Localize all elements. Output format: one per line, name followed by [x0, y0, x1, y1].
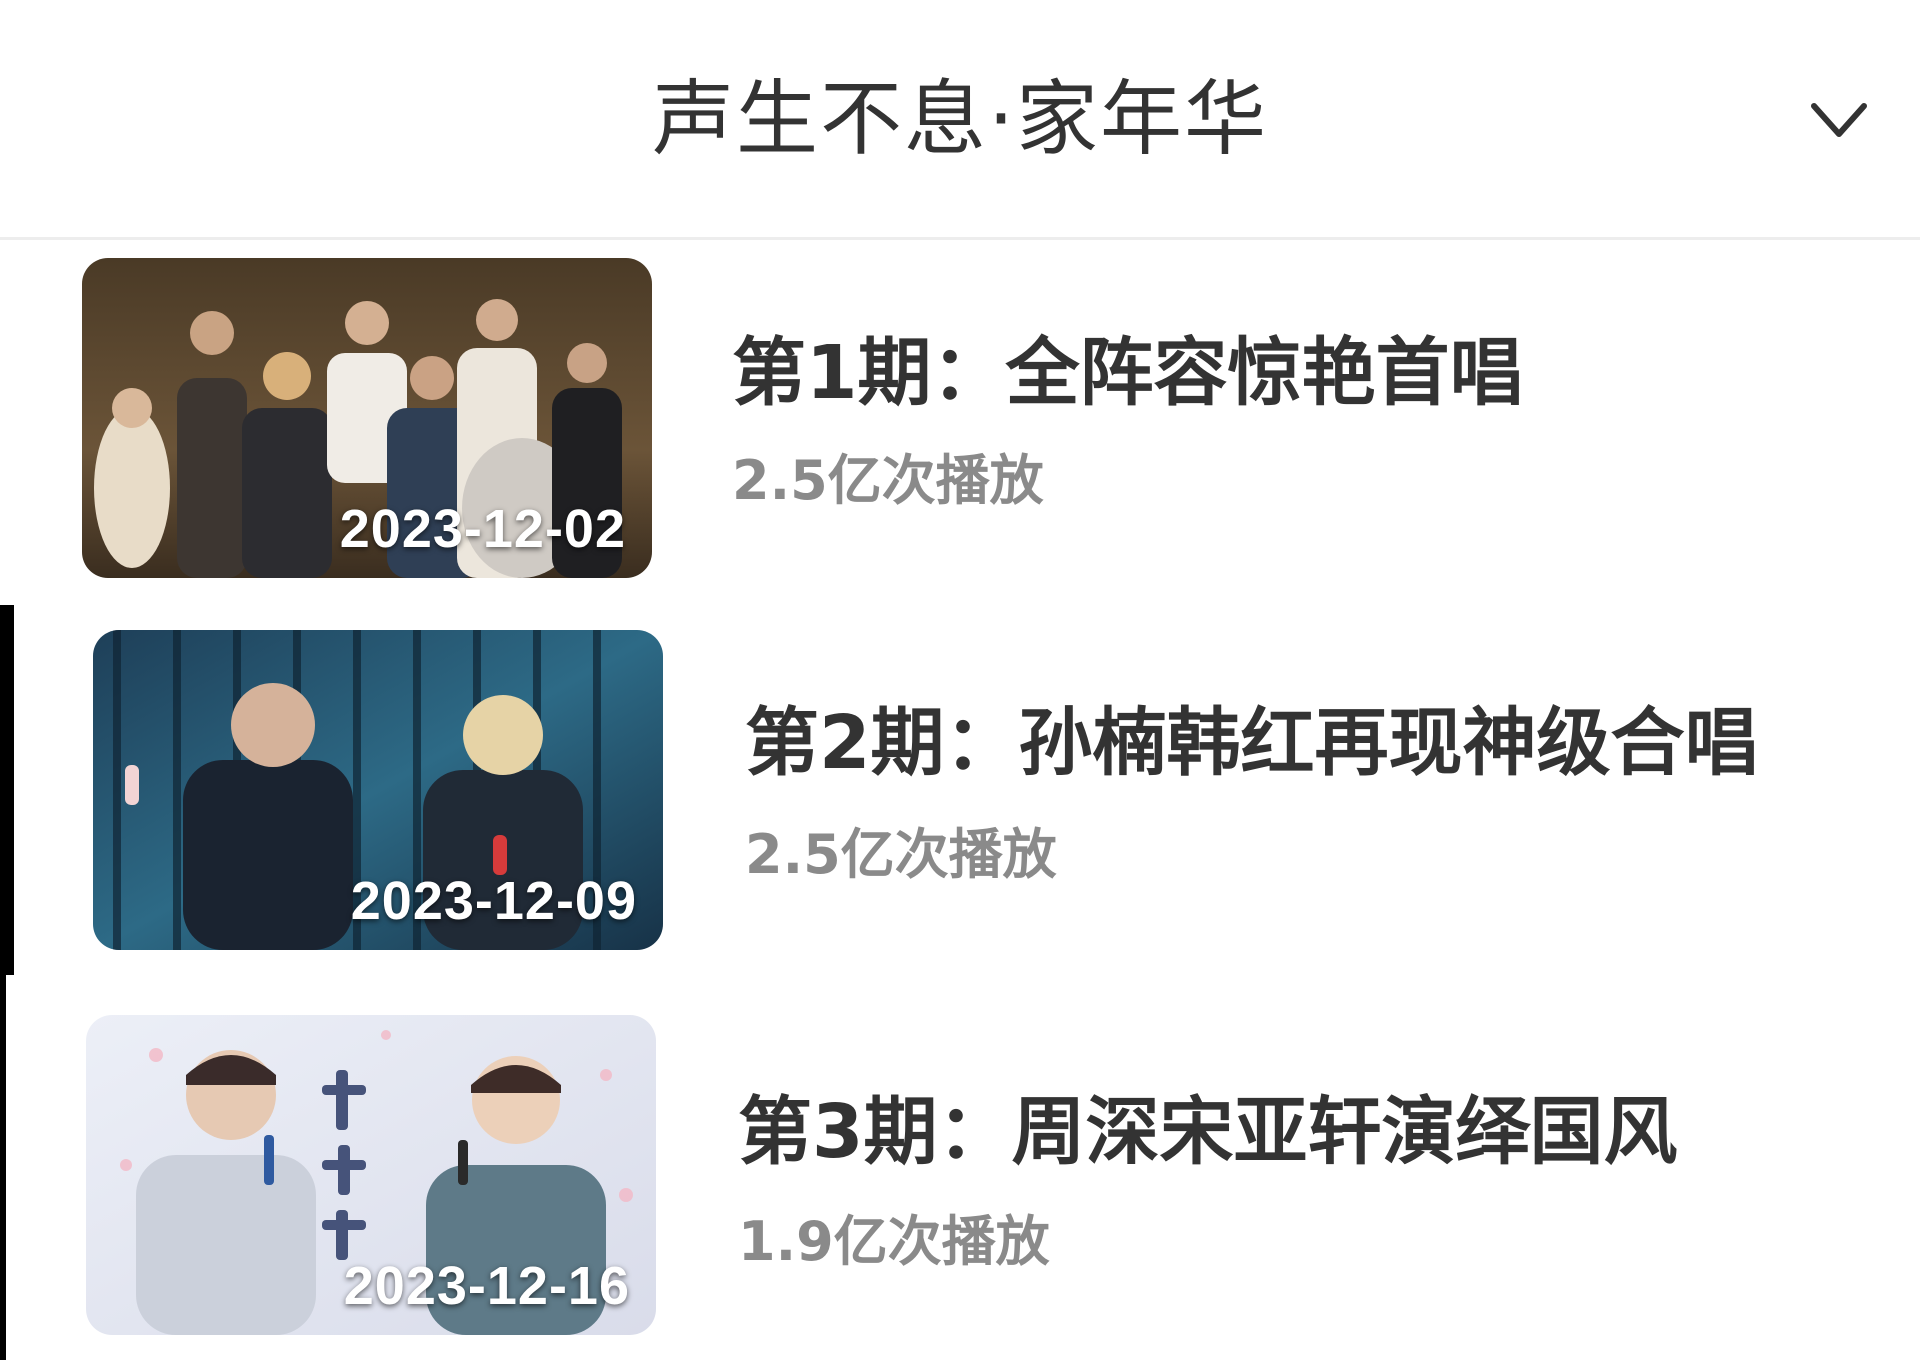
episode-title[interactable]: 第2期：孙楠韩红再现神级合唱 — [745, 698, 1759, 788]
episode-title[interactable]: 第3期：周深宋亚轩演绎国风 — [738, 1087, 1678, 1177]
header: 声生不息·家年华 — [0, 0, 1920, 240]
episode-date: 2023-12-16 — [343, 1256, 630, 1316]
episode-item[interactable]: 2023-12-16 第3期：周深宋亚轩演绎国风 1.9亿次播放 — [0, 1015, 1920, 1345]
episode-thumbnail[interactable]: 2023-12-09 — [93, 630, 663, 950]
page-title: 声生不息·家年华 — [651, 72, 1269, 167]
episode-item[interactable]: 2023-12-09 第2期：孙楠韩红再现神级合唱 2.5亿次播放 — [0, 630, 1920, 960]
episode-play-count: 2.5亿次播放 — [745, 823, 1057, 886]
episode-thumbnail[interactable]: 2023-12-16 — [86, 1015, 656, 1335]
episode-date: 2023-12-09 — [350, 871, 637, 931]
episode-play-count: 2.5亿次播放 — [732, 449, 1044, 512]
episode-item[interactable]: 2023-12-02 第1期：全阵容惊艳首唱 2.5亿次播放 — [0, 258, 1920, 588]
episode-list-page: 声生不息·家年华 2023-12-02 第1期：全阵容惊艳首唱 2.5亿次播放 … — [0, 0, 1920, 1360]
episode-thumbnail[interactable]: 2023-12-02 — [82, 258, 652, 578]
episode-date: 2023-12-02 — [339, 499, 626, 559]
episode-play-count: 1.9亿次播放 — [738, 1210, 1050, 1273]
episode-title[interactable]: 第1期：全阵容惊艳首唱 — [732, 328, 1524, 418]
chevron-down-icon[interactable] — [1808, 92, 1870, 148]
